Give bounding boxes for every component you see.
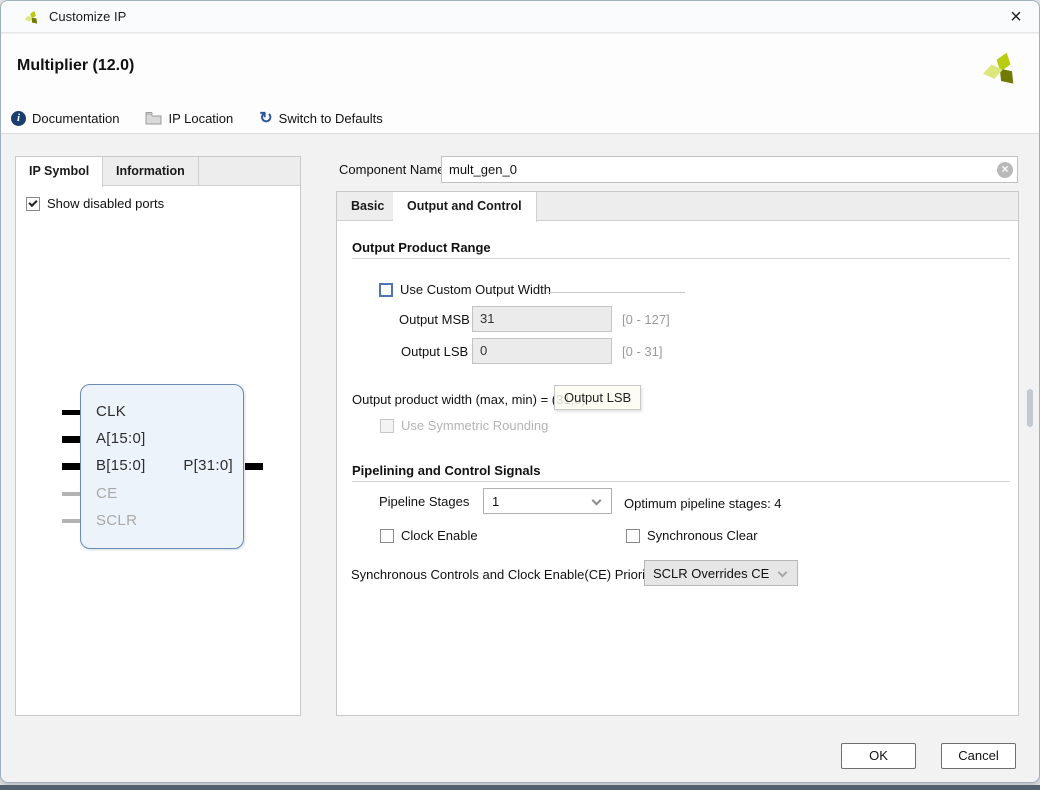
- toolbar: i Documentation IP Location ↻ Switch to …: [11, 106, 383, 130]
- documentation-button[interactable]: i Documentation: [11, 111, 119, 126]
- output-lsb-tooltip: Output LSB: [554, 385, 641, 410]
- synchronous-clear-label: Synchronous Clear: [647, 528, 758, 543]
- b-port-stub: [62, 463, 80, 470]
- clear-icon[interactable]: ×: [997, 162, 1013, 178]
- left-tabstrip: IP Symbol Information: [16, 157, 300, 186]
- output-lsb-range: [0 - 31]: [622, 344, 662, 359]
- xilinx-logo: [979, 48, 1023, 92]
- page-title: Multiplier (12.0): [17, 57, 134, 75]
- switch-to-defaults-button[interactable]: ↻ Switch to Defaults: [259, 111, 382, 126]
- port-label-sclr: SCLR: [96, 512, 137, 529]
- config-tabstrip: Basic Output and Control: [337, 192, 1018, 221]
- clock-enable-checkbox[interactable]: [380, 529, 394, 543]
- port-label-b: B[15:0]: [96, 457, 146, 474]
- sclr-port-stub: [62, 519, 80, 523]
- pipeline-stages-value: 1: [492, 494, 499, 509]
- component-name-label: Component Name: [339, 162, 445, 177]
- chevron-down-icon: [592, 496, 602, 506]
- priority-value: SCLR Overrides CE: [653, 566, 769, 581]
- pipelining-title: Pipelining and Control Signals: [352, 463, 541, 478]
- section-rule: [352, 258, 1010, 259]
- refresh-icon: ↻: [259, 111, 272, 126]
- output-product-range-title: Output Product Range: [352, 240, 491, 255]
- a-port-stub: [62, 436, 80, 443]
- dialog-header: Multiplier (12.0) i Documentation IP Loc…: [1, 34, 1039, 134]
- ok-button[interactable]: OK: [841, 743, 916, 769]
- ip-location-button[interactable]: IP Location: [145, 111, 233, 126]
- ip-symbol-panel: IP Symbol Information Show disabled port…: [15, 156, 301, 716]
- output-lsb-input: 0: [472, 338, 612, 364]
- close-icon[interactable]: ×: [1001, 3, 1031, 31]
- chevron-down-icon: [778, 568, 788, 578]
- documentation-label: Documentation: [32, 111, 119, 126]
- pipeline-stages-label: Pipeline Stages: [379, 494, 469, 509]
- tab-ip-symbol[interactable]: IP Symbol: [16, 157, 103, 187]
- show-disabled-ports-row: Show disabled ports: [26, 196, 164, 211]
- section-rule-2: [352, 481, 1010, 482]
- use-symmetric-rounding-checkbox: [380, 419, 394, 433]
- port-label-ce: CE: [96, 485, 117, 502]
- desktop-edge: [0, 785, 1040, 790]
- ce-port-stub: [62, 492, 80, 496]
- use-symmetric-rounding-row: Use Symmetric Rounding: [380, 418, 548, 433]
- port-label-a: A[15:0]: [96, 430, 146, 447]
- port-label-clk: CLK: [96, 403, 126, 420]
- product-width-prefix: Output product width (max, min) =: [352, 392, 552, 407]
- show-disabled-ports-label: Show disabled ports: [47, 196, 164, 211]
- p-port-stub: [245, 463, 263, 470]
- check-icon: [28, 197, 37, 206]
- switch-to-defaults-label: Switch to Defaults: [279, 111, 383, 126]
- output-msb-label: Output MSB: [399, 312, 470, 327]
- use-custom-output-width-label: Use Custom Output Width: [400, 282, 551, 297]
- cancel-button[interactable]: Cancel: [941, 743, 1016, 769]
- title-bar: Customize IP ×: [1, 1, 1039, 33]
- scrollbar-thumb[interactable]: [1027, 389, 1033, 427]
- output-lsb-label: Output LSB: [401, 344, 468, 359]
- use-custom-output-width-row: Use Custom Output Width: [379, 282, 551, 297]
- customize-ip-dialog: Customize IP × Multiplier (12.0) i Docum…: [0, 0, 1040, 783]
- component-name-input[interactable]: [441, 156, 1018, 183]
- synchronous-clear-row: Synchronous Clear: [626, 528, 758, 543]
- tab-basic[interactable]: Basic: [337, 192, 399, 221]
- tab-information[interactable]: Information: [103, 157, 199, 186]
- output-msb-range: [0 - 127]: [622, 312, 670, 327]
- clk-port-stub: [62, 410, 80, 415]
- ip-location-label: IP Location: [168, 111, 233, 126]
- port-label-p: P[31:0]: [171, 457, 233, 474]
- pipeline-stages-dropdown[interactable]: 1: [483, 488, 612, 514]
- output-msb-input: 31: [472, 306, 612, 332]
- xilinx-logo-icon: [23, 9, 41, 27]
- tab-output-and-control[interactable]: Output and Control: [393, 192, 537, 222]
- inline-rule: [547, 292, 685, 293]
- folder-icon: [145, 111, 162, 125]
- clock-enable-label: Clock Enable: [401, 528, 478, 543]
- priority-label: Synchronous Controls and Clock Enable(CE…: [351, 567, 655, 582]
- priority-dropdown: SCLR Overrides CE: [644, 560, 798, 586]
- use-symmetric-rounding-label: Use Symmetric Rounding: [401, 418, 548, 433]
- synchronous-clear-checkbox[interactable]: [626, 529, 640, 543]
- optimum-stages-text: Optimum pipeline stages: 4: [624, 496, 782, 511]
- info-icon: i: [11, 111, 26, 126]
- product-width-text: Output product width (max, min) = (31,0): [352, 392, 586, 407]
- window-title: Customize IP: [49, 9, 126, 24]
- use-custom-output-width-checkbox[interactable]: [379, 283, 393, 297]
- config-tab-panel: Basic Output and Control Output Product …: [336, 191, 1019, 716]
- show-disabled-ports-checkbox[interactable]: [26, 197, 40, 211]
- clock-enable-row: Clock Enable: [380, 528, 478, 543]
